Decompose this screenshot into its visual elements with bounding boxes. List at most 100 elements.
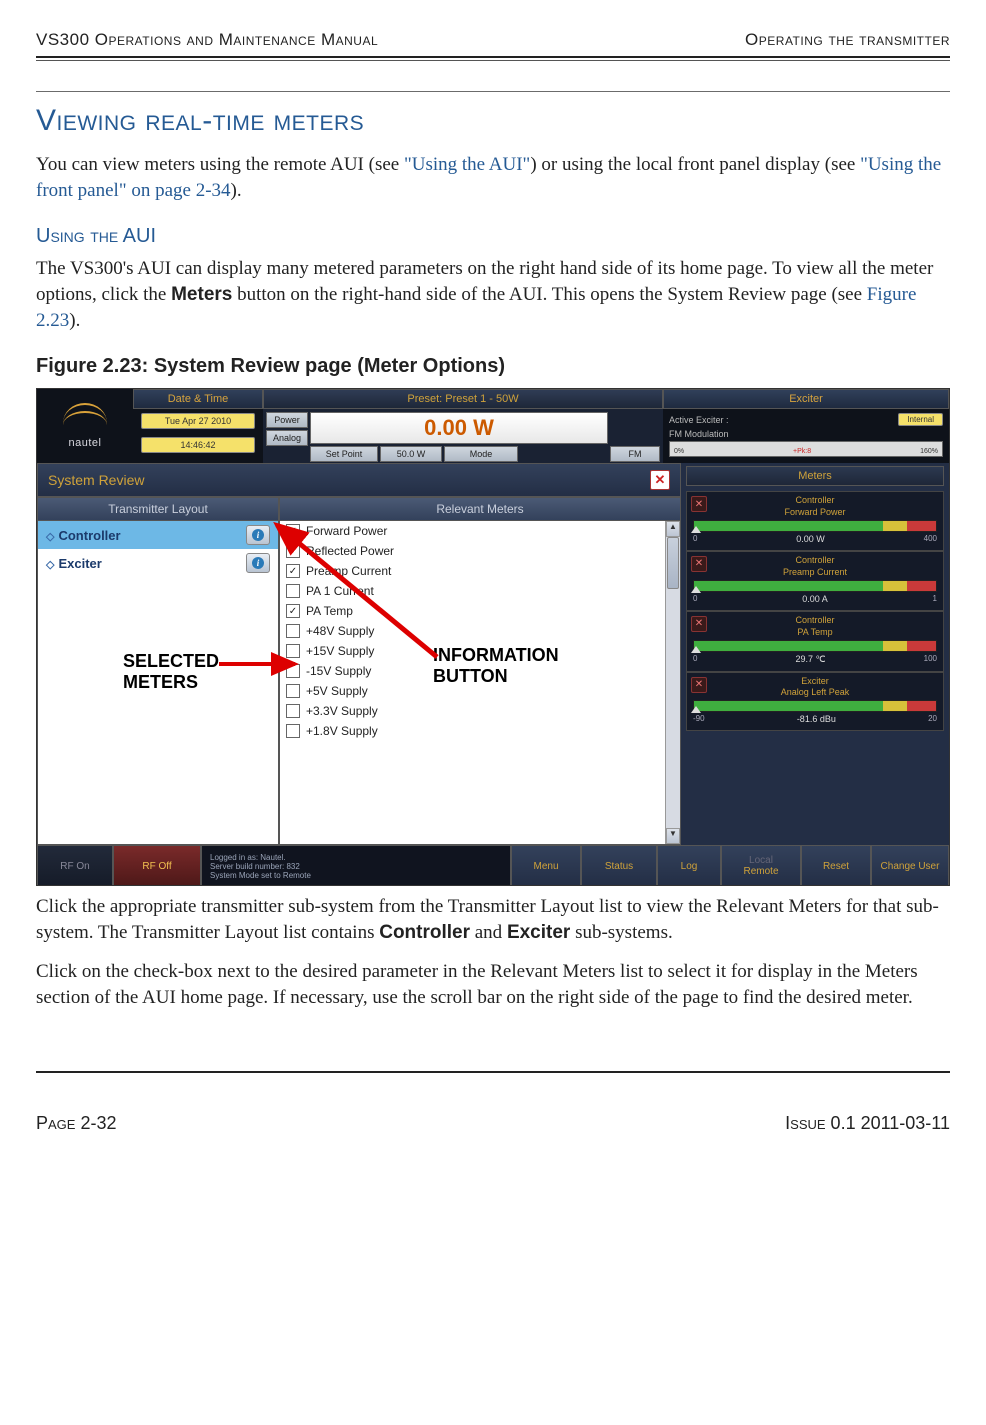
checkbox[interactable] (286, 544, 300, 558)
text: button on the right-hand side of the AUI… (232, 284, 866, 305)
figure-caption: Figure 2.23: System Review page (Meter O… (36, 355, 950, 378)
setpoint-label: Set Point (310, 446, 378, 462)
meter-label: Reflected Power (306, 544, 394, 558)
figure-screenshot: nautel Date & Time Tue Apr 27 2010 14:46… (36, 388, 950, 886)
meter-option[interactable]: +5V Supply (280, 681, 680, 701)
meters-panel-header[interactable]: Meters (686, 466, 944, 486)
info-button[interactable]: i (246, 553, 270, 573)
meter-option[interactable]: +15V Supply (280, 641, 680, 661)
meters-scrollbar[interactable]: ▲ ▼ (665, 521, 680, 844)
gauge-bar (693, 580, 937, 592)
meter-option[interactable]: PA 1 Current (280, 581, 680, 601)
gauge-pointer-icon (691, 586, 701, 593)
close-button[interactable]: ✕ (650, 470, 670, 490)
rf-on-button[interactable]: RF On (37, 845, 113, 886)
gauge-label-1: Controller (693, 556, 937, 566)
scale-lo: 0% (674, 448, 684, 455)
footer-rule (36, 1071, 950, 1073)
text: You can view meters using the remote AUI… (36, 154, 404, 175)
preset-panel: Preset: Preset 1 - 50W Power Analog 0.00… (263, 389, 663, 463)
date-time-header: Date & Time (133, 389, 263, 409)
checkbox[interactable] (286, 704, 300, 718)
gauge-close-button[interactable]: ✕ (691, 496, 707, 512)
section-rule (36, 91, 950, 92)
gauge-bar (693, 640, 937, 652)
checkbox[interactable] (286, 724, 300, 738)
tree-item-controller[interactable]: ◇Controlleri (38, 521, 278, 549)
power-label: Power (266, 412, 308, 428)
status-line-1: Logged in as: Nautel. (210, 853, 502, 862)
meter-option[interactable]: +3.3V Supply (280, 701, 680, 721)
meter-option[interactable]: -15V Supply (280, 661, 680, 681)
meter-option[interactable]: ✓ PA Temp (280, 601, 680, 621)
scroll-down-icon[interactable]: ▼ (666, 828, 680, 844)
gauge-pointer-icon (691, 526, 701, 533)
scroll-up-icon[interactable]: ▲ (666, 521, 680, 537)
link-using-aui[interactable]: "Using the AUI" (404, 154, 530, 175)
checkbox[interactable]: ✓ (286, 524, 300, 538)
text: sub-systems. (570, 922, 672, 943)
meter-option[interactable]: +1.8V Supply (280, 721, 680, 741)
menu-button[interactable]: Menu (511, 845, 581, 886)
checkbox[interactable] (286, 584, 300, 598)
mode-value: FM (610, 446, 660, 462)
meter-option[interactable]: ✓Preamp Current (280, 561, 680, 581)
meter-label: Forward Power (306, 524, 387, 538)
scale-pk: +Pk:8 (793, 448, 811, 455)
relevant-meters-list: ✓ Forward Power Reflected Power ✓Preamp Cur… (280, 521, 680, 844)
local-remote-button[interactable]: Local Remote (721, 845, 801, 886)
scroll-thumb[interactable] (667, 537, 679, 589)
log-button[interactable]: Log (657, 845, 721, 886)
text: ). (69, 310, 80, 331)
gauge-bar (693, 520, 937, 532)
checkbox[interactable] (286, 644, 300, 658)
checkbox[interactable] (286, 624, 300, 638)
meters-button-ref: Meters (171, 284, 232, 305)
preset-header: Preset: Preset 1 - 50W (263, 389, 663, 409)
meter-option[interactable]: Reflected Power (280, 541, 680, 561)
paragraph-3: Click the appropriate transmitter sub-sy… (36, 894, 950, 945)
system-review-panel: System Review ✕ Transmitter Layout ◇Cont… (37, 463, 681, 845)
meter-label: +1.8V Supply (306, 724, 378, 738)
info-button[interactable]: i (246, 525, 270, 545)
aui-bottom-bar: RF On RF Off Logged in as: Nautel. Serve… (37, 845, 949, 886)
reset-button[interactable]: Reset (801, 845, 871, 886)
status-button[interactable]: Status (581, 845, 657, 886)
active-exciter-label: Active Exciter : (669, 415, 729, 425)
meter-option[interactable]: ✓ Forward Power (280, 521, 680, 541)
meter-label: PA Temp (306, 604, 353, 618)
gauge-lo: -90 (693, 714, 705, 724)
doc-title-left: VS300 Operations and Maintenance Manual (36, 30, 378, 50)
meter-option[interactable]: +48V Supply (280, 621, 680, 641)
checkbox[interactable]: ✓ (286, 604, 300, 618)
status-line-2: Server build number: 832 (210, 862, 502, 871)
doc-title-right: Operating the transmitter (745, 30, 950, 50)
checkbox[interactable]: ✓ (286, 564, 300, 578)
aui-main: System Review ✕ Transmitter Layout ◇Cont… (37, 463, 949, 845)
header-rule-2 (36, 60, 950, 61)
logo-arc-icon (63, 403, 107, 431)
close-icon: ✕ (655, 472, 666, 488)
gauge-close-button[interactable]: ✕ (691, 677, 707, 693)
meter-label: +48V Supply (306, 624, 374, 638)
checkbox[interactable] (286, 684, 300, 698)
checkbox[interactable] (286, 664, 300, 678)
diamond-icon: ◇ (46, 559, 54, 571)
rf-off-button[interactable]: RF Off (113, 845, 201, 886)
gauge-close-button[interactable]: ✕ (691, 616, 707, 632)
gauge-value: 29.7 ℃ (795, 654, 825, 665)
info-icon: i (252, 529, 264, 541)
controller-ref: Controller (379, 922, 470, 943)
meter-label: +3.3V Supply (306, 704, 378, 718)
intro-paragraph: You can view meters using the remote AUI… (36, 152, 950, 203)
tree-item-exciter[interactable]: ◇Exciteri (38, 549, 278, 577)
mode-label: Mode (444, 446, 518, 462)
subsection-heading: Using the AUI (36, 225, 950, 248)
gauge-label-2: Preamp Current (693, 568, 937, 578)
gauge: ✕ Exciter Analog Left Peak -90-81.6 dBu2… (686, 672, 944, 732)
setpoint-value: 50.0 W (380, 446, 442, 462)
local-label: Local (749, 855, 773, 866)
gauge-value: 0.00 W (796, 534, 825, 544)
change-user-button[interactable]: Change User (871, 845, 949, 886)
gauge-close-button[interactable]: ✕ (691, 556, 707, 572)
